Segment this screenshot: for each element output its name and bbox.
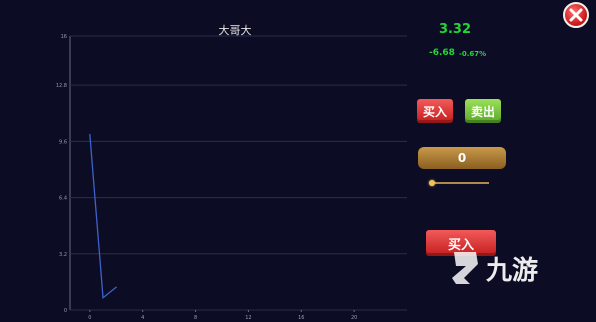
price-point bbox=[102, 297, 104, 299]
x-tick-label: 0 bbox=[88, 315, 91, 321]
chart-svg: 0 3.2 6.4 9.6 12.8 16 0 4 8 12 16 20 bbox=[56, 34, 407, 321]
y-tick-label: 6.4 bbox=[59, 196, 67, 202]
x-tick-label: 4 bbox=[141, 315, 144, 321]
watermark: 九游 bbox=[448, 244, 568, 292]
y-tick-label: 0 bbox=[64, 308, 67, 314]
close-button[interactable] bbox=[563, 2, 589, 28]
price-point bbox=[89, 133, 91, 135]
x-tick-label: 20 bbox=[351, 315, 357, 321]
price-change-percent: -0.67% bbox=[459, 50, 487, 58]
close-icon bbox=[569, 8, 583, 22]
quantity-slider[interactable] bbox=[429, 180, 489, 186]
y-tick-label: 12.8 bbox=[56, 83, 67, 89]
y-tick-label: 3.2 bbox=[59, 252, 67, 258]
x-tick-label: 12 bbox=[245, 315, 251, 321]
price-series-line bbox=[89, 134, 117, 299]
quantity-display[interactable]: 0 bbox=[418, 147, 506, 169]
y-tick-label: 16 bbox=[61, 34, 67, 40]
nine-game-logo-icon bbox=[452, 252, 478, 284]
y-tick-label: 9.6 bbox=[59, 139, 67, 145]
price-chart: 大哥大 0 3.2 6.4 9.6 12.8 16 0 4 8 12 16 20 bbox=[0, 0, 420, 322]
x-tick-label: 8 bbox=[194, 315, 197, 321]
watermark-text: 九游 bbox=[486, 255, 539, 286]
slider-knob[interactable] bbox=[429, 180, 435, 186]
current-price: 3.32 bbox=[438, 22, 472, 37]
x-tick-label: 16 bbox=[298, 315, 304, 321]
price-point bbox=[115, 286, 117, 288]
buy-button[interactable]: 买入 bbox=[417, 99, 453, 123]
sell-button[interactable]: 卖出 bbox=[465, 99, 501, 123]
price-change: -6.68 bbox=[429, 48, 455, 58]
